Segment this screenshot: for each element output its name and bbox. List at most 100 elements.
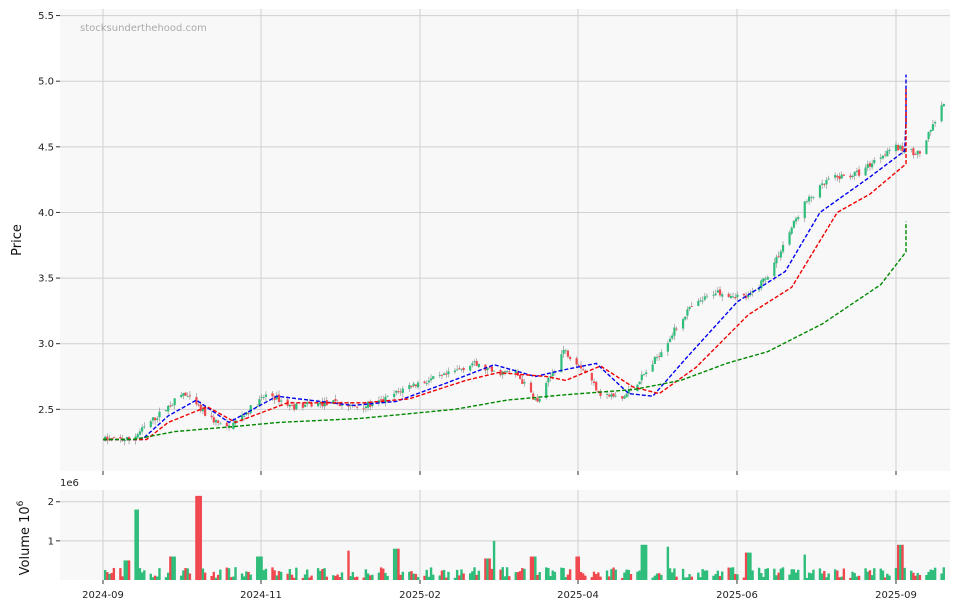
candle-body bbox=[623, 396, 626, 399]
candle-body bbox=[788, 232, 791, 245]
volume-bar bbox=[523, 568, 526, 580]
volume-bar bbox=[245, 571, 248, 580]
candle-body bbox=[736, 294, 739, 298]
candle-body bbox=[897, 145, 900, 151]
candle-body bbox=[249, 405, 252, 414]
candle-body bbox=[686, 309, 689, 316]
volume-bar bbox=[453, 577, 457, 580]
volume-bar bbox=[818, 568, 822, 580]
candle-body bbox=[538, 399, 541, 402]
candle-body bbox=[180, 395, 183, 398]
volume-bar bbox=[186, 568, 189, 580]
volume-bar bbox=[627, 569, 630, 580]
volume-bar bbox=[243, 576, 246, 580]
candle-body bbox=[247, 413, 250, 414]
volume-bar bbox=[699, 577, 702, 580]
volume-bar bbox=[440, 570, 444, 580]
volume-bar bbox=[779, 568, 783, 580]
volume-bar bbox=[369, 575, 372, 580]
volume-bar bbox=[912, 572, 915, 580]
volume-bar bbox=[164, 577, 168, 580]
volume-bar bbox=[840, 576, 843, 580]
candle-body bbox=[671, 335, 674, 339]
candle-body bbox=[427, 380, 430, 383]
candle-body bbox=[401, 388, 404, 393]
volume-bar bbox=[468, 573, 472, 580]
candle-body bbox=[462, 367, 465, 371]
candle-body bbox=[536, 398, 539, 402]
candle-body bbox=[653, 356, 656, 364]
candle-body bbox=[408, 385, 411, 390]
candle-body bbox=[642, 373, 646, 375]
volume-bar bbox=[395, 548, 398, 580]
volume-bar bbox=[925, 575, 928, 580]
candle-body bbox=[660, 352, 663, 357]
volume-bar bbox=[873, 568, 876, 580]
volume-bar bbox=[303, 574, 307, 580]
candle-body bbox=[697, 301, 700, 306]
volume-bar bbox=[397, 548, 400, 580]
volume-bar bbox=[584, 575, 587, 580]
volume-bar bbox=[916, 573, 919, 580]
volume-bar bbox=[249, 574, 252, 580]
candle-body bbox=[812, 196, 815, 198]
candle-body bbox=[399, 391, 402, 393]
candle-body bbox=[779, 251, 782, 258]
candle-body bbox=[225, 422, 228, 427]
volume-bar bbox=[260, 556, 263, 580]
volume-bar bbox=[623, 572, 626, 580]
candle-body bbox=[158, 411, 161, 418]
volume-bar bbox=[516, 572, 520, 580]
candle-body bbox=[838, 176, 841, 180]
volume-bar bbox=[773, 568, 776, 580]
candle-body bbox=[853, 171, 856, 176]
candle-body bbox=[579, 365, 583, 369]
candle-body bbox=[258, 399, 261, 406]
volume-bar bbox=[488, 558, 491, 580]
candle-body bbox=[316, 403, 320, 407]
volume-bar bbox=[442, 569, 446, 580]
candle-body bbox=[295, 403, 298, 410]
volume-bar bbox=[712, 575, 715, 580]
candle-body bbox=[934, 122, 937, 124]
volume-bar bbox=[460, 569, 463, 580]
volume-bar bbox=[827, 573, 830, 580]
volume-bar bbox=[180, 575, 183, 580]
candle-body bbox=[781, 244, 785, 252]
candle-body bbox=[306, 402, 309, 405]
candle-body bbox=[519, 374, 522, 380]
volume-bar bbox=[749, 552, 752, 580]
volume-bar bbox=[121, 576, 124, 580]
volume-bar bbox=[686, 577, 689, 580]
candle-body bbox=[821, 183, 824, 185]
candle-body bbox=[666, 343, 669, 352]
volume-bar bbox=[384, 572, 387, 580]
candle-body bbox=[458, 368, 461, 370]
volume-bar bbox=[714, 574, 717, 580]
volume-bar bbox=[521, 568, 524, 580]
volume-bar bbox=[471, 571, 474, 580]
volume-bar bbox=[612, 567, 615, 580]
candle-body bbox=[766, 277, 769, 280]
volume-bar bbox=[673, 568, 676, 580]
volume-bar bbox=[484, 558, 487, 580]
volume-bar bbox=[562, 567, 565, 580]
volume-bar bbox=[794, 572, 798, 580]
volume-bar bbox=[149, 573, 152, 580]
volume-bar bbox=[879, 568, 882, 580]
volume-bar bbox=[514, 572, 517, 580]
candle-body bbox=[551, 372, 554, 377]
candle-body bbox=[834, 175, 837, 178]
volume-bar bbox=[195, 495, 198, 580]
volume-bar bbox=[106, 572, 109, 580]
volume-bar bbox=[119, 568, 122, 580]
volume-bar bbox=[918, 575, 922, 580]
volume-bar bbox=[644, 544, 648, 580]
candle-body bbox=[569, 357, 572, 360]
volume-ytick-label: 1 bbox=[48, 536, 54, 547]
candle-body bbox=[681, 319, 685, 329]
volume-bar bbox=[731, 567, 735, 580]
volume-bar bbox=[614, 569, 617, 580]
volume-bar bbox=[438, 575, 441, 580]
volume-bar bbox=[151, 577, 155, 580]
